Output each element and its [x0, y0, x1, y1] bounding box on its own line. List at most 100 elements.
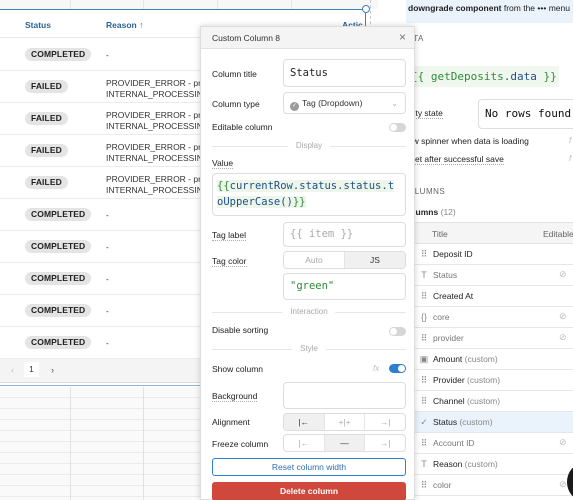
column-name: Status [433, 270, 458, 280]
header-reason-label: Reason [106, 20, 137, 30]
status-tag: COMPLETED [25, 48, 92, 61]
column-list-item[interactable]: T Reason (custom) [415, 454, 573, 475]
editable-column-label: Editable column [212, 122, 273, 132]
freeze-right-icon[interactable]: →| [365, 435, 405, 451]
value-code-input[interactable]: {{currentRow.status.status.t oUpperCase(… [212, 173, 406, 216]
sort-ascending-icon: ↑ [139, 20, 144, 30]
eye-off-icon[interactable]: ⊘ [559, 332, 567, 343]
column-list-item[interactable]: ⠿ Channel (custom) [415, 391, 573, 412]
column-name: Amount (custom) [433, 354, 498, 364]
reason-cell: - [106, 306, 109, 316]
id-icon: ⠿ [420, 438, 428, 448]
column-list-item[interactable]: T Status ⊘ [415, 265, 573, 286]
reason-cell: PROVIDER_ERROR - prov INTERNAL_PROCESSING [106, 174, 210, 195]
empty-state-input[interactable]: No rows found [478, 99, 573, 129]
eye-off-icon[interactable]: ⊘ [559, 437, 567, 448]
column-name: Provider (custom) [433, 375, 501, 385]
column-list-item[interactable]: ▣ Amount (custom) [415, 349, 573, 370]
text-icon: T [421, 270, 427, 280]
column-list-item[interactable]: ✓ Status (custom) [415, 412, 573, 433]
page-number-button[interactable]: 1 [24, 362, 39, 377]
fx-icon[interactable]: fx [373, 364, 379, 373]
delete-column-button[interactable]: Delete column [212, 482, 406, 500]
data-code-input[interactable]: {{ getDeposits.data }} [409, 66, 559, 87]
display-divider-label: Display [287, 141, 331, 150]
freeze-left-icon[interactable]: |← [284, 435, 325, 451]
status-tag: COMPLETED [25, 208, 92, 221]
value-label: Value [212, 158, 234, 169]
banner-text: from the ••• menu [501, 3, 570, 13]
status-tag: COMPLETED [25, 336, 92, 349]
banner-bold-text: downgrade component [408, 3, 502, 13]
columns-header-editable: Editable [543, 229, 573, 239]
show-column-label: Show column [212, 364, 264, 374]
interaction-divider: Interaction [212, 307, 406, 316]
header-status[interactable]: Status [25, 20, 51, 30]
next-page-button[interactable]: › [51, 365, 54, 375]
column-name: core [433, 312, 450, 322]
column-list-item[interactable]: ⠿ provider ⊘ [415, 328, 573, 349]
tag-label-label: Tag label [212, 230, 247, 241]
column-list-item[interactable]: ⠿ Provider (custom) [415, 370, 573, 391]
tag-label-input[interactable]: {{ item }} [283, 222, 406, 247]
reason-cell: - [106, 210, 109, 220]
popover-header: Custom Column 8 × [201, 27, 414, 49]
tag-color-mode-toggle: Auto JS [283, 251, 406, 269]
status-tag: FAILED [25, 144, 68, 157]
column-list-item[interactable]: ⠿ Deposit ID [415, 244, 573, 265]
column-name: Deposit ID [433, 249, 473, 259]
align-right-icon[interactable]: →| [365, 414, 405, 430]
tag-color-code-input[interactable]: "green" [283, 273, 406, 300]
reason-cell: - [106, 242, 109, 252]
id-icon: ⠿ [420, 480, 428, 490]
reason-cell: PROVIDER_ERROR - prov INTERNAL_PROCESSING [106, 78, 210, 99]
freeze-none-icon[interactable]: — [324, 435, 366, 451]
reset-column-width-button[interactable]: Reset column width [212, 458, 406, 476]
resize-handle[interactable] [362, 5, 370, 13]
status-tag: FAILED [25, 112, 68, 125]
status-tag: COMPLETED [25, 272, 92, 285]
canvas-grid-top [0, 0, 378, 9]
columns-list-header: Title Editable [415, 223, 573, 244]
header-reason[interactable]: Reason ↑ [106, 20, 144, 30]
show-column-toggle[interactable] [389, 364, 406, 373]
column-type-label: Column type [212, 99, 260, 109]
style-divider-label: Style [292, 344, 326, 353]
column-name: Account ID [433, 438, 475, 448]
editable-column-toggle[interactable] [389, 123, 406, 132]
column-list-item[interactable]: ⠿ color ⊘ [415, 475, 573, 496]
show-spinner-label: iow spinner when data is loading [406, 136, 529, 146]
disable-sorting-toggle[interactable] [389, 327, 406, 336]
reset-fx-icon[interactable]: f [569, 154, 571, 163]
eye-off-icon[interactable]: ⊘ [559, 311, 567, 322]
display-divider: Display [212, 141, 406, 150]
align-center-icon[interactable]: +|+ [325, 414, 366, 430]
background-input[interactable] [283, 382, 406, 409]
background-label: Background [212, 391, 258, 402]
eye-off-icon[interactable]: ⊘ [559, 479, 567, 490]
reason-cell: PROVIDER_ERROR - prov INTERNAL_PROCESSING [106, 142, 210, 163]
id-icon: ⠿ [420, 291, 428, 301]
tag-color-js[interactable]: JS [345, 252, 405, 268]
id-icon: ⠿ [420, 333, 428, 343]
column-name: Status (custom) [433, 417, 493, 427]
column-list-item[interactable]: ⠿ Account ID ⊘ [415, 433, 573, 454]
alignment-label: Alignment [212, 417, 250, 427]
column-title-label: Column title [212, 69, 257, 79]
prev-page-button[interactable]: ‹ [11, 365, 14, 375]
tag-label-placeholder: {{ item }} [290, 228, 354, 240]
tag-color-auto[interactable]: Auto [284, 252, 345, 268]
column-title-input[interactable]: Status [283, 59, 406, 87]
align-left-icon[interactable]: |← [284, 414, 325, 430]
selection-outline [0, 9, 366, 10]
spinner-fx-icon[interactable]: f [569, 136, 571, 145]
column-list-item[interactable]: {} core ⊘ [415, 307, 573, 328]
column-list-item[interactable]: ⠿ Created At [415, 286, 573, 307]
close-icon[interactable]: × [399, 30, 406, 44]
column-type-select[interactable]: ✓ Tag (Dropdown) ⌄ [283, 92, 406, 114]
freeze-column-toggle: |← — →| [283, 434, 406, 452]
freeze-column-label: Freeze column [212, 439, 269, 449]
currency-icon: ▣ [419, 354, 429, 364]
tag-color-value: "green" [290, 280, 335, 292]
eye-off-icon[interactable]: ⊘ [559, 269, 567, 280]
